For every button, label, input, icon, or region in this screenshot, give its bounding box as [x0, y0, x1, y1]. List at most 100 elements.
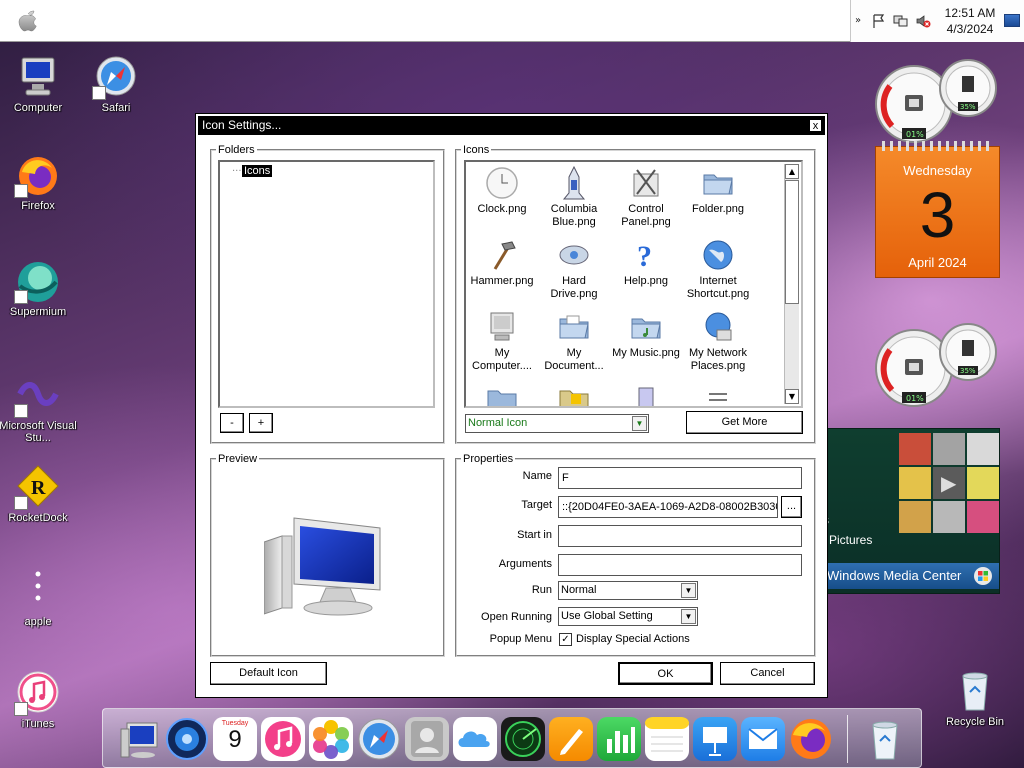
media-center-titlebar[interactable]: Windows Media Center: [821, 563, 999, 589]
icon-item-hard-drive[interactable]: Hard Drive.png: [538, 238, 610, 301]
media-center-pictures[interactable]: Pictures: [829, 533, 872, 547]
chevron-down-icon[interactable]: ▼: [632, 416, 647, 431]
icon-item-partial-2[interactable]: [538, 382, 610, 406]
chevron-down-icon[interactable]: ▼: [681, 609, 696, 624]
tree-item-icons[interactable]: Icons: [242, 165, 273, 177]
dock-recycle-bin-icon[interactable]: [863, 717, 907, 761]
open-running-select[interactable]: Use Global Setting ▼: [558, 607, 698, 626]
add-folder-button[interactable]: +: [249, 413, 273, 433]
dock-notes-icon[interactable]: [645, 717, 689, 761]
name-label: Name: [522, 470, 552, 482]
dock-globe-icon[interactable]: [165, 717, 209, 761]
dock-numbers-icon[interactable]: [597, 717, 641, 761]
scrollbar-thumb[interactable]: [785, 180, 799, 304]
desktop-icon-computer[interactable]: Computer: [0, 54, 78, 114]
desktop-icon-safari[interactable]: Safari: [76, 54, 156, 114]
dock-contacts-icon[interactable]: [405, 717, 449, 761]
dock-keynote-icon[interactable]: [693, 717, 737, 761]
dialog-titlebar[interactable]: Icon Settings... x: [198, 116, 825, 135]
target-field[interactable]: ::{20D04FE0-3AEA-1069-A2D8-08002B30309D}: [558, 496, 778, 518]
target-label: Target: [521, 499, 552, 511]
preview-computer-icon: [263, 516, 388, 625]
firefox-icon: [14, 152, 62, 198]
globe-icon: [701, 238, 735, 272]
desktop-icon-firefox[interactable]: Firefox: [0, 152, 78, 212]
tray-clock[interactable]: 12:51 AM 4/3/2024: [943, 5, 997, 37]
apple-logo-icon[interactable]: [14, 6, 42, 34]
icon-settings-dialog: Icon Settings... x Folders ···· Icons - …: [195, 113, 828, 698]
scroll-up-icon[interactable]: ▲: [785, 164, 799, 179]
ok-button[interactable]: OK: [618, 662, 713, 685]
close-icon[interactable]: x: [809, 119, 822, 132]
icons-scrollbar[interactable]: ▲ ▼: [784, 164, 799, 404]
dock-radar-icon[interactable]: [501, 717, 545, 761]
flag-icon[interactable]: [871, 13, 887, 29]
run-select[interactable]: Normal ▼: [558, 581, 698, 600]
show-desktop-button[interactable]: [1004, 14, 1020, 27]
remove-folder-button[interactable]: -: [220, 413, 244, 433]
desktop-icon-rocketdock[interactable]: R RocketDock: [0, 464, 78, 524]
arguments-field[interactable]: [558, 554, 802, 576]
clock-icon: [485, 166, 519, 200]
icons-list[interactable]: Clock.png Columbia Blue.png Control Pane…: [464, 160, 803, 408]
computer-icon: [14, 54, 62, 100]
dock-safari-icon[interactable]: [357, 717, 401, 761]
itunes-icon: [14, 670, 62, 716]
icon-item-columbia-blue[interactable]: Columbia Blue.png: [538, 165, 610, 229]
icon-mode-select[interactable]: Normal Icon ▼: [465, 414, 649, 433]
folders-tree[interactable]: ···· Icons: [218, 160, 435, 408]
icon-item-my-music[interactable]: My Music.png: [610, 310, 682, 360]
shortcut-arrow-icon: [14, 496, 28, 510]
chevron-down-icon[interactable]: ▼: [681, 583, 696, 598]
display-special-actions-checkbox[interactable]: ✓: [559, 633, 572, 646]
icons-legend: Icons: [463, 144, 490, 156]
icon-item-my-computer[interactable]: My Computer....: [466, 310, 538, 373]
desktop-icon-visual-studio[interactable]: Microsoft Visual Stu...: [0, 372, 78, 444]
icon-item-my-network-places[interactable]: My Network Places.png: [682, 310, 754, 373]
cancel-button[interactable]: Cancel: [720, 662, 815, 685]
network-icon[interactable]: [893, 13, 909, 29]
icon-item-folder[interactable]: Folder.png: [682, 166, 754, 216]
popup-menu-label: Popup Menu: [489, 633, 552, 645]
folder-icon: [701, 166, 735, 200]
icon-item-partial-4[interactable]: [682, 382, 754, 406]
media-center-pictures-label: Pictures: [829, 533, 873, 547]
calendar-widget[interactable]: Wednesday 3 April 2024: [875, 141, 1000, 278]
dock-calendar-day: 9: [228, 726, 242, 753]
icon-mode-value: Normal Icon: [468, 417, 528, 429]
dock-firefox-icon[interactable]: [789, 717, 833, 761]
default-icon-button[interactable]: Default Icon: [210, 662, 327, 685]
volume-muted-icon[interactable]: [915, 13, 931, 29]
browse-target-button[interactable]: ...: [781, 496, 802, 518]
cpu-meter-gauge-top[interactable]: 01% 35%: [872, 56, 1000, 151]
dock-icloud-icon[interactable]: [453, 717, 497, 761]
scroll-down-icon[interactable]: ▼: [785, 389, 799, 404]
icon-item-my-documents[interactable]: My Document...: [538, 310, 610, 373]
calendar-date: 3: [919, 179, 956, 251]
dock-computer-icon[interactable]: [117, 717, 161, 761]
icon-item-hammer[interactable]: Hammer.png: [466, 238, 538, 288]
desktop-icon-recycle-bin[interactable]: Recycle Bin: [935, 668, 1015, 728]
icon-item-partial-1[interactable]: [466, 382, 538, 406]
icon-item-help[interactable]: ? Help.png: [610, 238, 682, 288]
system-tray: » 12:51 AM 4/3/2024: [850, 0, 1024, 42]
cpu-meter-gauge-bottom[interactable]: 01% 35%: [872, 320, 1000, 415]
desktop-icon-itunes[interactable]: iTunes: [0, 670, 78, 730]
desktop-icon-supermium[interactable]: Supermium: [0, 258, 78, 318]
get-more-button[interactable]: Get More: [686, 411, 803, 434]
dock-music-icon[interactable]: [261, 717, 305, 761]
dock-mail-icon[interactable]: [741, 717, 785, 761]
start-in-field[interactable]: [558, 525, 802, 547]
dock-photos-icon[interactable]: [309, 717, 353, 761]
my-documents-folder-icon: [557, 310, 591, 344]
media-center-widget[interactable]: ▶ s Pictures Windows Media Center: [820, 428, 1000, 594]
icon-item-partial-3[interactable]: [610, 382, 682, 406]
name-field[interactable]: F: [558, 467, 802, 489]
icon-item-internet-shortcut[interactable]: Internet Shortcut.png: [682, 238, 754, 301]
desktop-icon-apple[interactable]: apple: [0, 568, 78, 628]
icon-item-clock[interactable]: Clock.png: [466, 166, 538, 216]
icon-item-control-panel[interactable]: Control Panel.png: [610, 166, 682, 229]
tray-expand-icon[interactable]: »: [855, 15, 861, 26]
dock-calendar-icon[interactable]: Tuesday 9: [213, 717, 257, 761]
dock-pages-icon[interactable]: [549, 717, 593, 761]
